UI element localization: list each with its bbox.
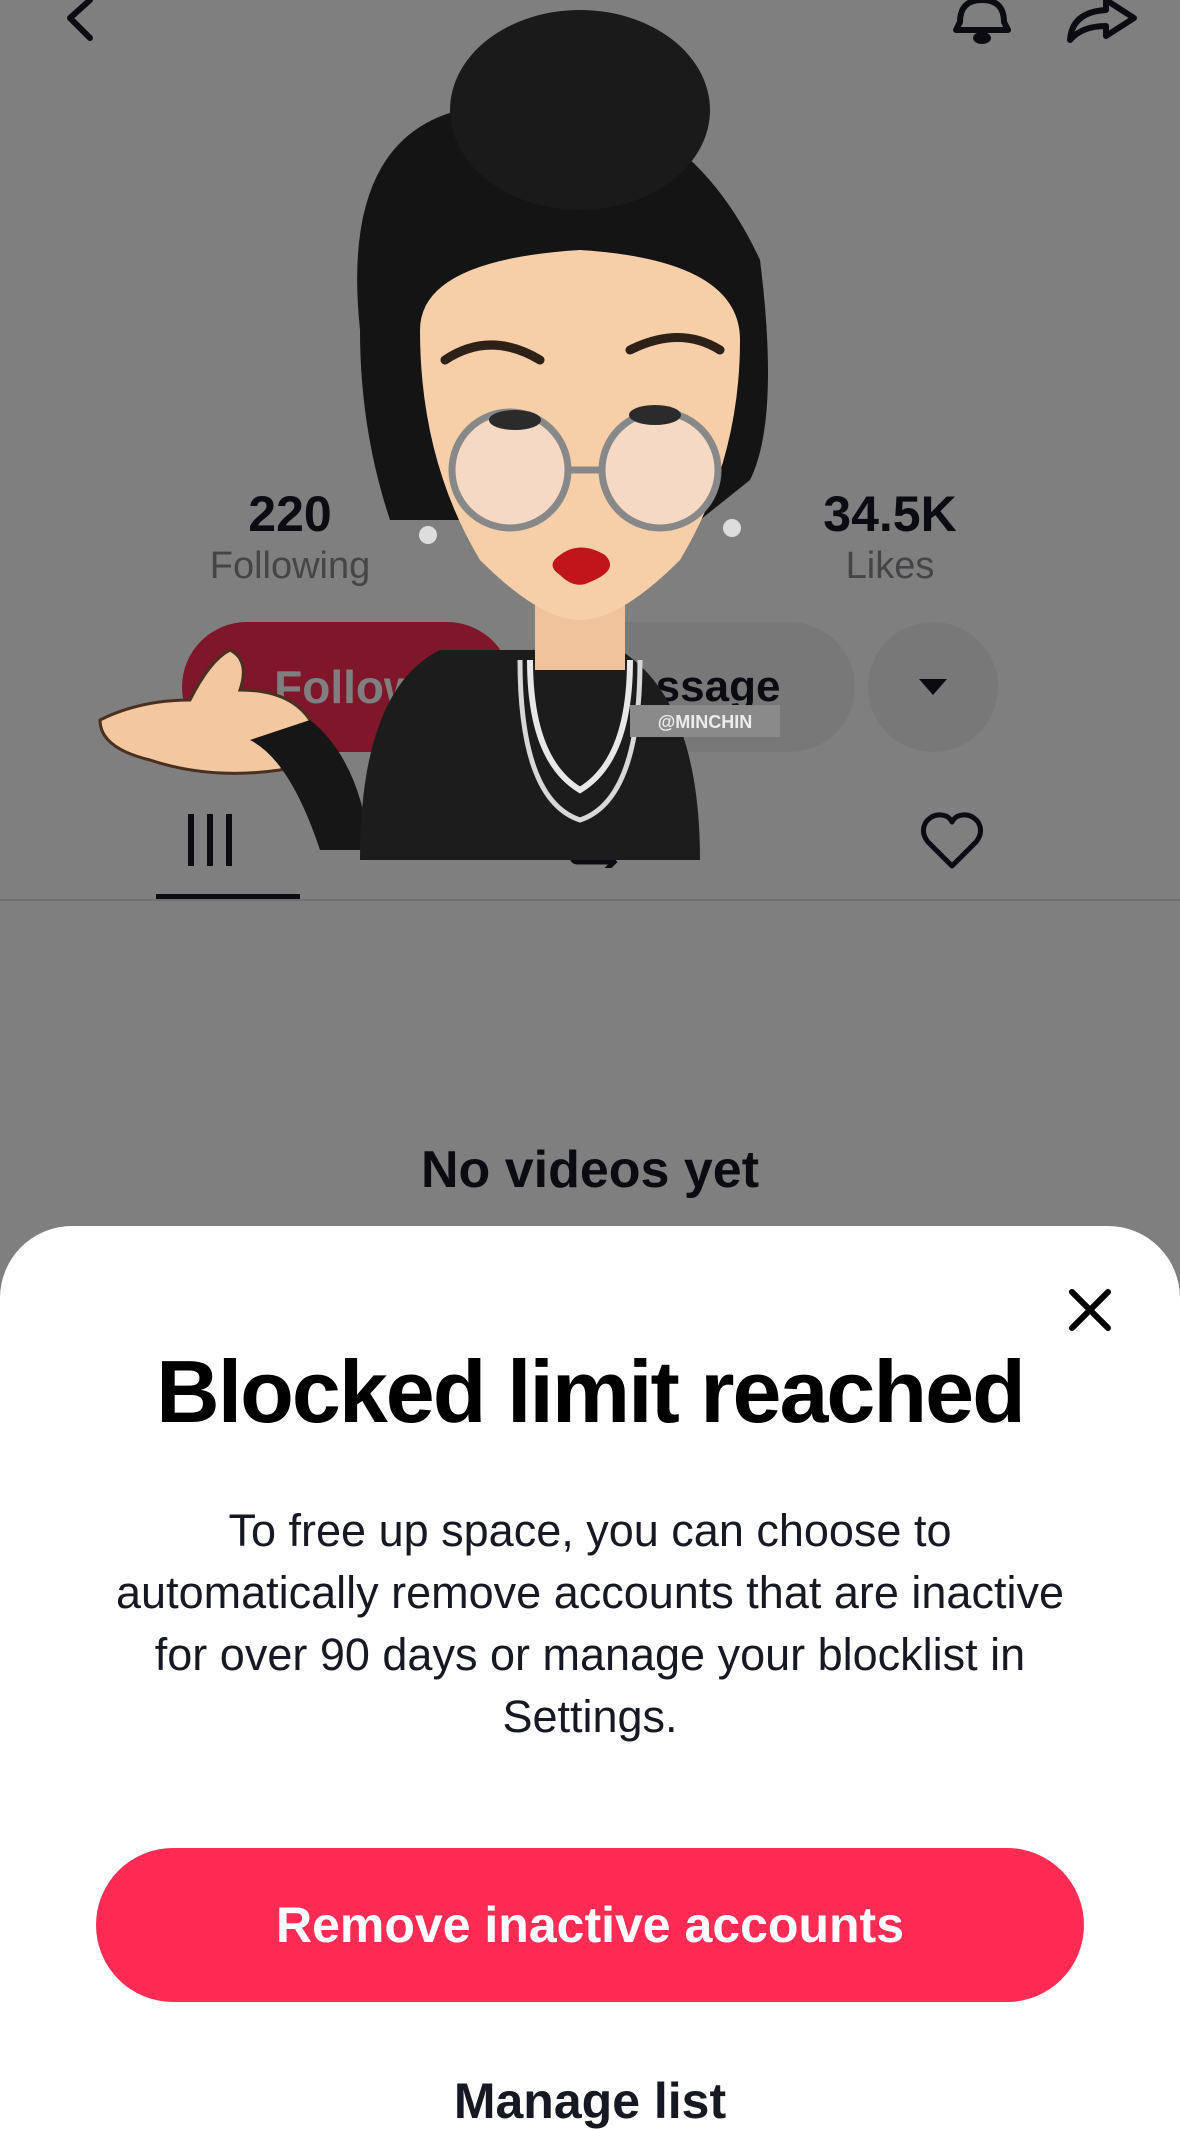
avatar-watermark: @MINCHIN [658,712,753,732]
dialog-body: To free up space, you can choose to auto… [116,1505,1064,1742]
cartoon-avatar: @MINCHIN [98,10,780,860]
manage-list-button[interactable]: Manage list [0,2072,1180,2130]
remove-inactive-accounts-button[interactable]: Remove inactive accounts [96,1848,1084,2002]
close-icon[interactable] [1066,1286,1114,1334]
remove-inactive-accounts-label: Remove inactive accounts [275,1897,905,1953]
profile-page: 220 Following 34.5K Likes Follow Message… [0,0,1180,2129]
dialog-title: Blocked limit reached [156,1342,1026,1441]
